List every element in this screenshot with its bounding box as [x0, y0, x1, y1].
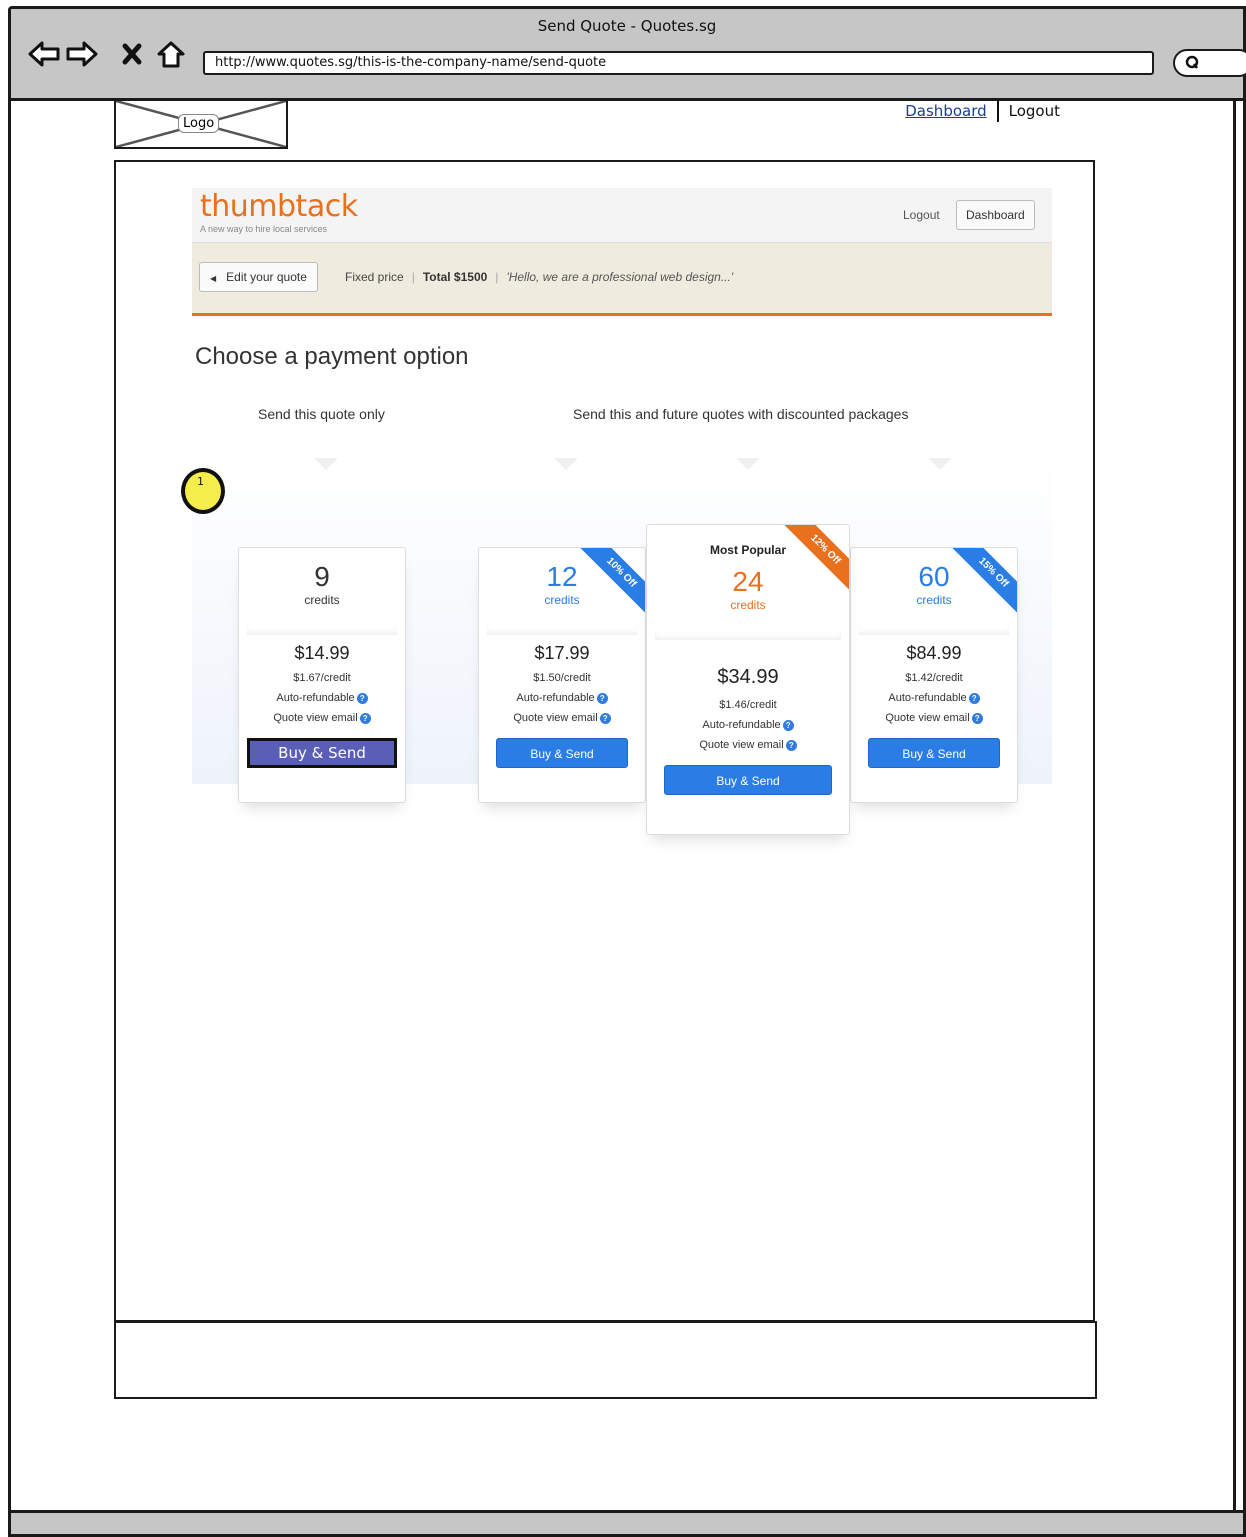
stop-icon[interactable]	[121, 39, 143, 69]
quote-message: 'Hello, we are a professional web design…	[506, 270, 734, 284]
tt-tagline: A new way to hire local services	[200, 224, 328, 234]
home-icon[interactable]	[155, 39, 187, 69]
plan-email: Quote view email	[273, 711, 358, 724]
buy-send-button-60[interactable]: Buy & Send	[868, 737, 1000, 768]
pointer-notch	[736, 458, 760, 470]
plan-price: $17.99	[534, 642, 590, 663]
buy-send-button-12[interactable]: Buy & Send	[496, 737, 628, 768]
dashboard-link[interactable]: Dashboard	[905, 102, 986, 120]
help-icon[interactable]: ?	[782, 719, 794, 731]
footer-area	[114, 1321, 1097, 1399]
section-single-label: Send this quote only	[258, 406, 385, 422]
status-bar	[11, 1510, 1243, 1534]
help-icon[interactable]: ?	[599, 712, 611, 724]
plan-refund: Auto-refundable	[516, 691, 595, 704]
pricing-type: Fixed price	[345, 270, 404, 284]
back-arrow-icon[interactable]	[27, 39, 61, 69]
quote-total: Total $1500	[422, 270, 488, 284]
edit-quote-button[interactable]: ◀ Edit your quote	[199, 262, 318, 292]
plan-credits-label: credits	[304, 592, 340, 607]
pointer-notch	[554, 458, 578, 470]
section-packages-label: Send this and future quotes with discoun…	[573, 406, 909, 422]
tt-brand[interactable]: thumbtack	[200, 189, 358, 224]
logout-link[interactable]: Logout	[1009, 102, 1060, 120]
plan-refund: Auto-refundable	[702, 718, 781, 731]
buy-send-button-9[interactable]: Buy & Send	[247, 737, 397, 768]
embedded-screenshot: thumbtack A new way to hire local servic…	[192, 188, 1052, 888]
top-nav: Dashboard Logout	[905, 100, 1060, 122]
plan-card-60: 15% Off 60 credits $84.99 $1.42/credit A…	[850, 547, 1018, 803]
plan-per-credit: $1.67/credit	[293, 671, 351, 684]
browser-search-box[interactable]	[1173, 49, 1246, 77]
buy-send-button-24[interactable]: Buy & Send	[664, 764, 832, 795]
annotation-number: 1	[197, 475, 204, 488]
address-bar[interactable]: http://www.quotes.sg/this-is-the-company…	[203, 51, 1154, 75]
pointer-notch	[928, 458, 952, 470]
help-icon[interactable]: ?	[971, 712, 983, 724]
plan-credits-label: credits	[730, 597, 766, 612]
plan-price: $34.99	[717, 665, 779, 688]
plan-per-credit: $1.46/credit	[719, 698, 777, 711]
help-icon[interactable]: ?	[356, 692, 368, 704]
help-icon[interactable]: ?	[596, 692, 608, 704]
left-triangle-icon: ◀	[210, 274, 217, 283]
plan-credits-label: credits	[916, 592, 952, 607]
tt-dashboard-button[interactable]: Dashboard	[956, 200, 1035, 230]
vertical-scrollbar[interactable]	[1233, 101, 1243, 1510]
tt-header: thumbtack A new way to hire local servic…	[192, 188, 1052, 243]
plan-credits: 9	[314, 561, 330, 592]
plan-email: Quote view email	[885, 711, 970, 724]
plan-per-credit: $1.42/credit	[905, 671, 963, 684]
nav-separator	[996, 100, 999, 122]
plan-email: Quote view email	[513, 711, 598, 724]
annotation-callout: 1	[181, 468, 225, 514]
search-icon	[1185, 55, 1199, 69]
plan-card-12: 10% Off 12 credits $17.99 $1.50/credit A…	[478, 547, 646, 803]
tt-logout-link[interactable]: Logout	[903, 208, 940, 222]
plan-email: Quote view email	[699, 738, 784, 751]
logo-label: Logo	[178, 114, 220, 133]
plan-price: $84.99	[906, 642, 962, 663]
tt-quote-bar: ◀ Edit your quote Fixed price | Total $1500…	[192, 243, 1052, 316]
help-icon[interactable]: ?	[359, 712, 371, 724]
window-title: Send Quote - Quotes.sg	[537, 17, 717, 35]
browser-chrome: Send Quote - Quotes.sg http://www.quotes…	[11, 9, 1246, 101]
plan-per-credit: $1.50/credit	[533, 671, 591, 684]
help-icon[interactable]: ?	[785, 739, 797, 751]
page-title: Choose a payment option	[195, 343, 469, 370]
plan-price: $14.99	[294, 642, 350, 663]
help-icon[interactable]: ?	[968, 692, 980, 704]
plan-card-24: 12% Off Most Popular 24 credits $34.99 $…	[646, 524, 850, 835]
forward-arrow-icon[interactable]	[65, 39, 99, 69]
pointer-notch	[314, 458, 338, 470]
edit-quote-label: Edit your quote	[226, 270, 307, 284]
quote-summary: Fixed price | Total $1500 | 'Hello, we are a…	[345, 270, 734, 284]
plan-refund: Auto-refundable	[276, 691, 355, 704]
plan-credits: 24	[732, 566, 764, 597]
plan-credits-label: credits	[544, 592, 580, 607]
logo-placeholder: Logo	[114, 99, 288, 149]
plan-card-9: 9 credits $14.99 $1.67/credit Auto-refun…	[238, 547, 406, 803]
plan-refund: Auto-refundable	[888, 691, 967, 704]
